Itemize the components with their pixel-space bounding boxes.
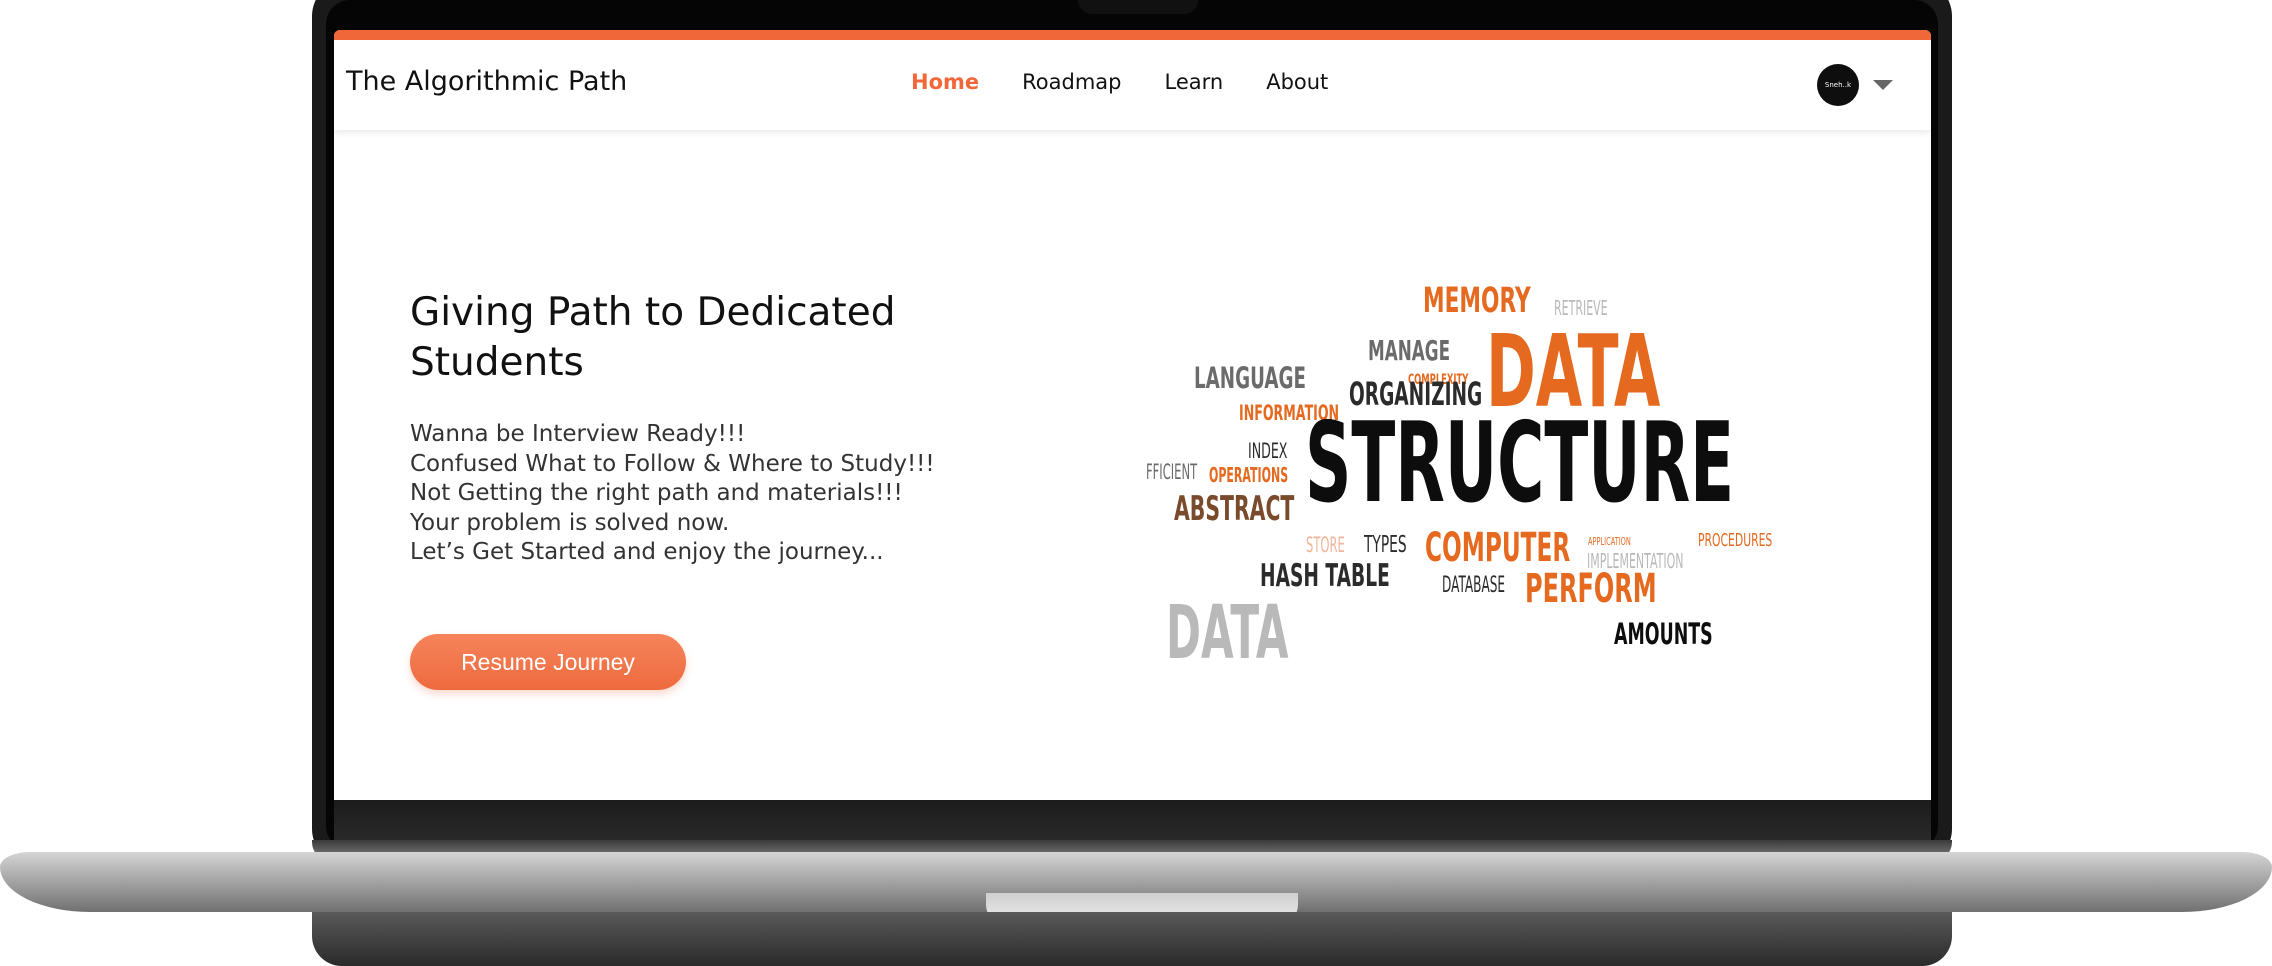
cloud-word: IMPLEMENTATION	[1587, 549, 1684, 573]
cloud-word: STRUCTURE	[1305, 399, 1735, 528]
avatar[interactable]: Sneh..k	[1817, 64, 1859, 106]
cloud-word: COMPLEXITY	[1408, 372, 1469, 388]
cloud-word: AMOUNTS	[1614, 617, 1713, 651]
screen-bezel-bottom	[334, 800, 1931, 845]
cloud-word: ORGANIZING	[1349, 375, 1483, 413]
brand-title[interactable]: The Algorithmic Path	[346, 66, 627, 97]
cloud-word: ABSTRACT	[1174, 489, 1295, 529]
cloud-word: PERFORM	[1525, 566, 1657, 612]
hero-line: Wanna be Interview Ready!!!	[410, 421, 746, 447]
cloud-word: HASH TABLE	[1260, 558, 1390, 594]
resume-journey-button[interactable]: Resume Journey	[410, 634, 686, 690]
cloud-word: PROCEDURES	[1698, 530, 1773, 551]
hero-line: Confused What to Follow & Where to Study…	[410, 450, 935, 477]
nav-roadmap[interactable]: Roadmap	[1022, 70, 1121, 94]
hero-line: Not Getting the right path and materials…	[410, 480, 903, 506]
hero-line: Your problem is solved now.	[410, 509, 730, 536]
chevron-down-icon[interactable]	[1873, 80, 1893, 90]
cloud-word: OPERATIONS	[1209, 463, 1289, 487]
navbar: The Algorithmic Path Home Roadmap Learn …	[334, 40, 1931, 130]
cloud-word: INDEX	[1248, 439, 1288, 463]
cloud-word: DATABASE	[1442, 573, 1506, 598]
cloud-word: APPLICATION	[1588, 535, 1631, 548]
nav-home[interactable]: Home	[911, 70, 979, 94]
cloud-word: INFORMATION	[1239, 401, 1340, 425]
cloud-word: DATA	[1166, 590, 1289, 676]
laptop-base-shadow	[312, 912, 1952, 966]
cloud-word: MANAGE	[1368, 334, 1451, 367]
accent-bar	[334, 30, 1931, 40]
nav-links: Home Roadmap Learn About	[911, 70, 1328, 94]
profile-menu[interactable]: Sneh..k	[1817, 64, 1893, 106]
cloud-word: COMPUTER	[1425, 525, 1571, 571]
camera-notch	[1078, 0, 1198, 14]
laptop-screen: The Algorithmic Path Home Roadmap Learn …	[334, 30, 1931, 800]
cloud-word: RETRIEVE	[1554, 296, 1608, 320]
nav-learn[interactable]: Learn	[1165, 70, 1224, 94]
hero-description: Wanna be Interview Ready!!! Confused Wha…	[410, 420, 1010, 568]
hero-title: Giving Path to Dedicated Students	[410, 290, 896, 385]
hero-line: Let’s Get Started and enjoy the journey.…	[410, 539, 884, 565]
cloud-word: DATA	[1486, 313, 1661, 430]
nav-about[interactable]: About	[1266, 70, 1328, 94]
cloud-word: MEMORY	[1423, 281, 1531, 321]
cloud-word: FFICIENT	[1146, 460, 1198, 484]
cloud-word: STORE	[1306, 533, 1345, 557]
cloud-word: TYPES	[1364, 532, 1407, 558]
cloud-word: LANGUAGE	[1194, 361, 1306, 395]
